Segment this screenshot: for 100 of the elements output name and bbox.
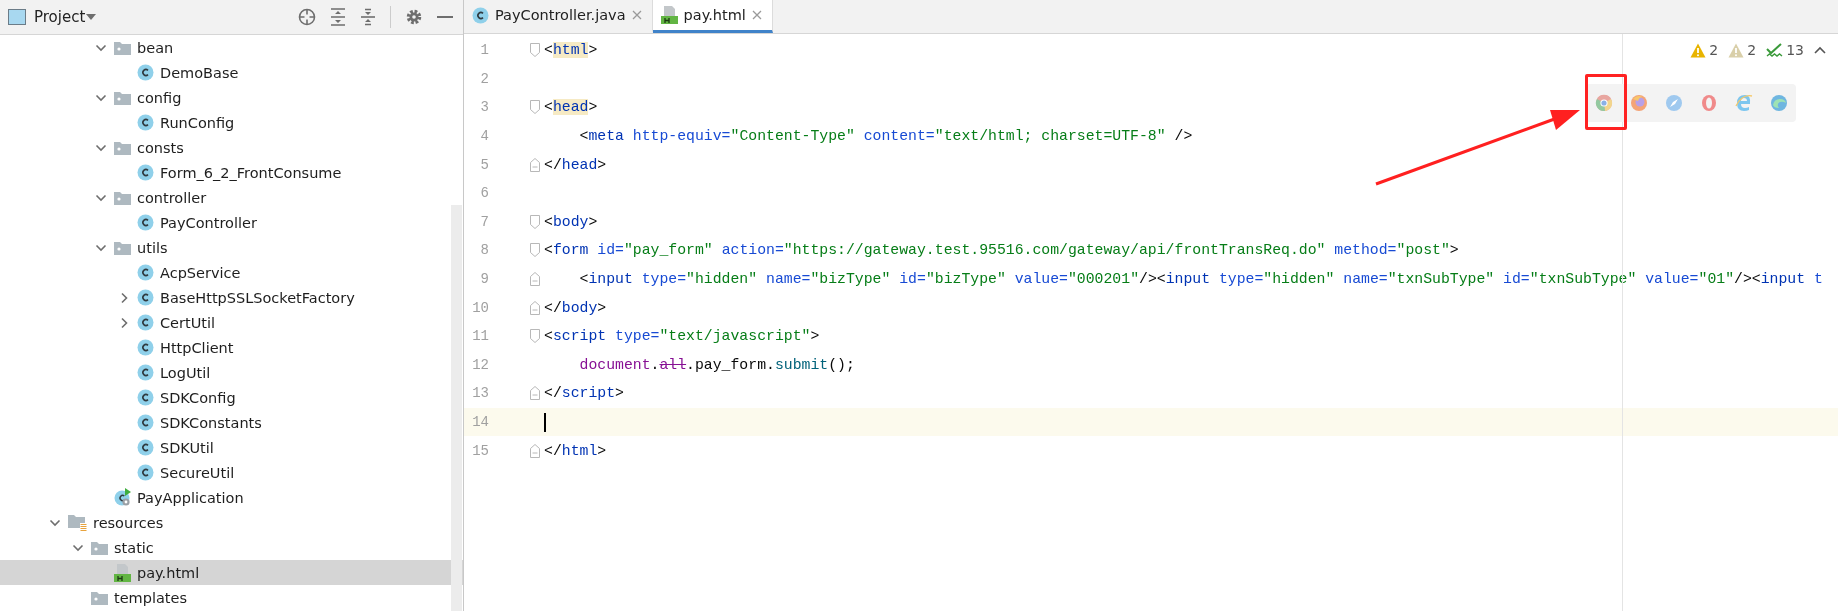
class-icon (137, 64, 154, 81)
warning-icon (1690, 42, 1707, 58)
tree-item[interactable]: AcpService (0, 260, 463, 285)
tree-item[interactable]: config (0, 85, 463, 110)
fold-marker-icon[interactable] (529, 328, 541, 345)
line-number: 8 (479, 242, 489, 259)
class-icon (137, 389, 154, 406)
tree-item[interactable]: consts (0, 135, 463, 160)
class-icon (137, 264, 154, 281)
editor-tab[interactable]: pay.html (652, 0, 773, 33)
tree-item[interactable]: RunConfig (0, 110, 463, 135)
fold-marker-icon[interactable] (529, 213, 541, 230)
fold-marker-icon[interactable] (529, 42, 541, 59)
compass-icon[interactable] (1664, 94, 1683, 112)
code-line: </html> (544, 442, 607, 459)
tree-item[interactable]: PayApplication (0, 485, 463, 510)
folder-icon (114, 240, 131, 255)
tree-item[interactable]: SDKUtil (0, 435, 463, 460)
tree-item[interactable]: CertUtil (0, 310, 463, 335)
locate-icon[interactable] (298, 8, 316, 26)
window-icon (8, 9, 26, 25)
fold-marker-icon[interactable] (529, 156, 541, 173)
tree-item[interactable]: pay.html (0, 560, 463, 585)
editor-tab[interactable]: PayController.java (464, 0, 653, 33)
line-number: 12 (471, 356, 489, 373)
tree-item[interactable]: templates (0, 585, 463, 610)
warning-icon (1728, 42, 1745, 58)
tree-item[interactable]: controller (0, 185, 463, 210)
opera-icon[interactable] (1699, 94, 1718, 112)
class-icon (137, 114, 154, 131)
tree-item[interactable]: HttpClient (0, 335, 463, 360)
panel-title[interactable]: Project (34, 8, 86, 26)
tree-item[interactable]: SecureUtil (0, 460, 463, 485)
folder-icon (114, 140, 131, 155)
class-icon (137, 364, 154, 381)
class-icon (137, 414, 154, 431)
fold-marker-icon[interactable] (529, 442, 541, 459)
line-number: 3 (479, 99, 489, 116)
resource-folder-icon (68, 514, 87, 531)
tree-item[interactable]: SDKConstants (0, 410, 463, 435)
code-line: <head> (544, 99, 598, 116)
typo-check-icon (1766, 42, 1784, 58)
class-icon (137, 214, 154, 231)
code-line: <form id="pay_form" action="https://gateway.test.95516.com/gateway/api/frontTransReq.do" method="post"> (544, 242, 1459, 259)
line-number: 15 (471, 442, 489, 459)
class-icon (137, 339, 154, 356)
scrollbar[interactable] (451, 205, 462, 611)
close-icon[interactable] (631, 10, 642, 20)
collapse-all-icon[interactable] (360, 8, 376, 26)
folder-icon (91, 540, 108, 555)
line-number: 10 (471, 299, 489, 316)
class-icon (137, 439, 154, 456)
inspection-counter[interactable]: 2 (1690, 42, 1719, 58)
code-line: </script> (544, 385, 624, 402)
line-number: 14 (471, 414, 489, 430)
line-number: 7 (479, 213, 489, 230)
tree-item[interactable]: bean (0, 35, 463, 60)
inspection-counter[interactable]: 2 (1728, 42, 1757, 58)
tree-item[interactable]: SDKConfig (0, 385, 463, 410)
chrome-icon[interactable] (1594, 94, 1613, 112)
expand-all-icon[interactable] (330, 8, 346, 26)
code-line: <input type="hidden" name="bizType" id="bizType" value="000201"/><input type="hidden" name="txnSubType" id="txnSubType" value="01"/><input t (578, 271, 1823, 288)
tree-item[interactable]: resources (0, 510, 463, 535)
line-number: 2 (479, 70, 489, 87)
class-icon (137, 289, 154, 306)
inspection-counter[interactable]: 13 (1766, 42, 1804, 58)
fold-marker-icon[interactable] (529, 299, 541, 316)
edge-icon[interactable] (1769, 94, 1788, 112)
highlight-frame (1585, 74, 1627, 130)
line-number: 11 (471, 328, 489, 345)
dropdown-caret-icon[interactable] (85, 13, 98, 21)
firefox-icon[interactable] (1629, 94, 1648, 112)
folder-icon (114, 90, 131, 105)
tree-item[interactable]: utils (0, 235, 463, 260)
class-icon (137, 164, 154, 181)
class-icon (137, 464, 154, 481)
minimize-icon[interactable] (437, 15, 453, 19)
tree-item[interactable]: DemoBase (0, 60, 463, 85)
fold-marker-icon[interactable] (529, 99, 541, 116)
line-number: 4 (479, 128, 489, 145)
line-number: 13 (471, 385, 489, 402)
fold-marker-icon[interactable] (529, 385, 541, 402)
code-line: <body> (544, 213, 598, 230)
spring-app-icon (114, 488, 131, 507)
tree-item[interactable]: static (0, 535, 463, 560)
folder-icon (114, 190, 131, 205)
html-file-icon (114, 563, 131, 582)
fold-marker-icon[interactable] (529, 242, 541, 259)
chevron-up-icon[interactable] (1814, 46, 1826, 54)
tree-item[interactable]: BaseHttpSSLSocketFactory (0, 285, 463, 310)
line-number: 1 (479, 42, 489, 59)
line-number: 9 (479, 271, 489, 288)
close-icon[interactable] (751, 10, 762, 20)
ie-icon[interactable] (1734, 94, 1753, 112)
tree-item[interactable]: LogUtil (0, 360, 463, 385)
settings-icon[interactable] (405, 8, 423, 26)
tree-item[interactable]: PayController (0, 210, 463, 235)
line-number: 6 (479, 185, 489, 202)
fold-marker-icon[interactable] (529, 271, 541, 288)
tree-item[interactable]: Form_6_2_FrontConsume (0, 160, 463, 185)
